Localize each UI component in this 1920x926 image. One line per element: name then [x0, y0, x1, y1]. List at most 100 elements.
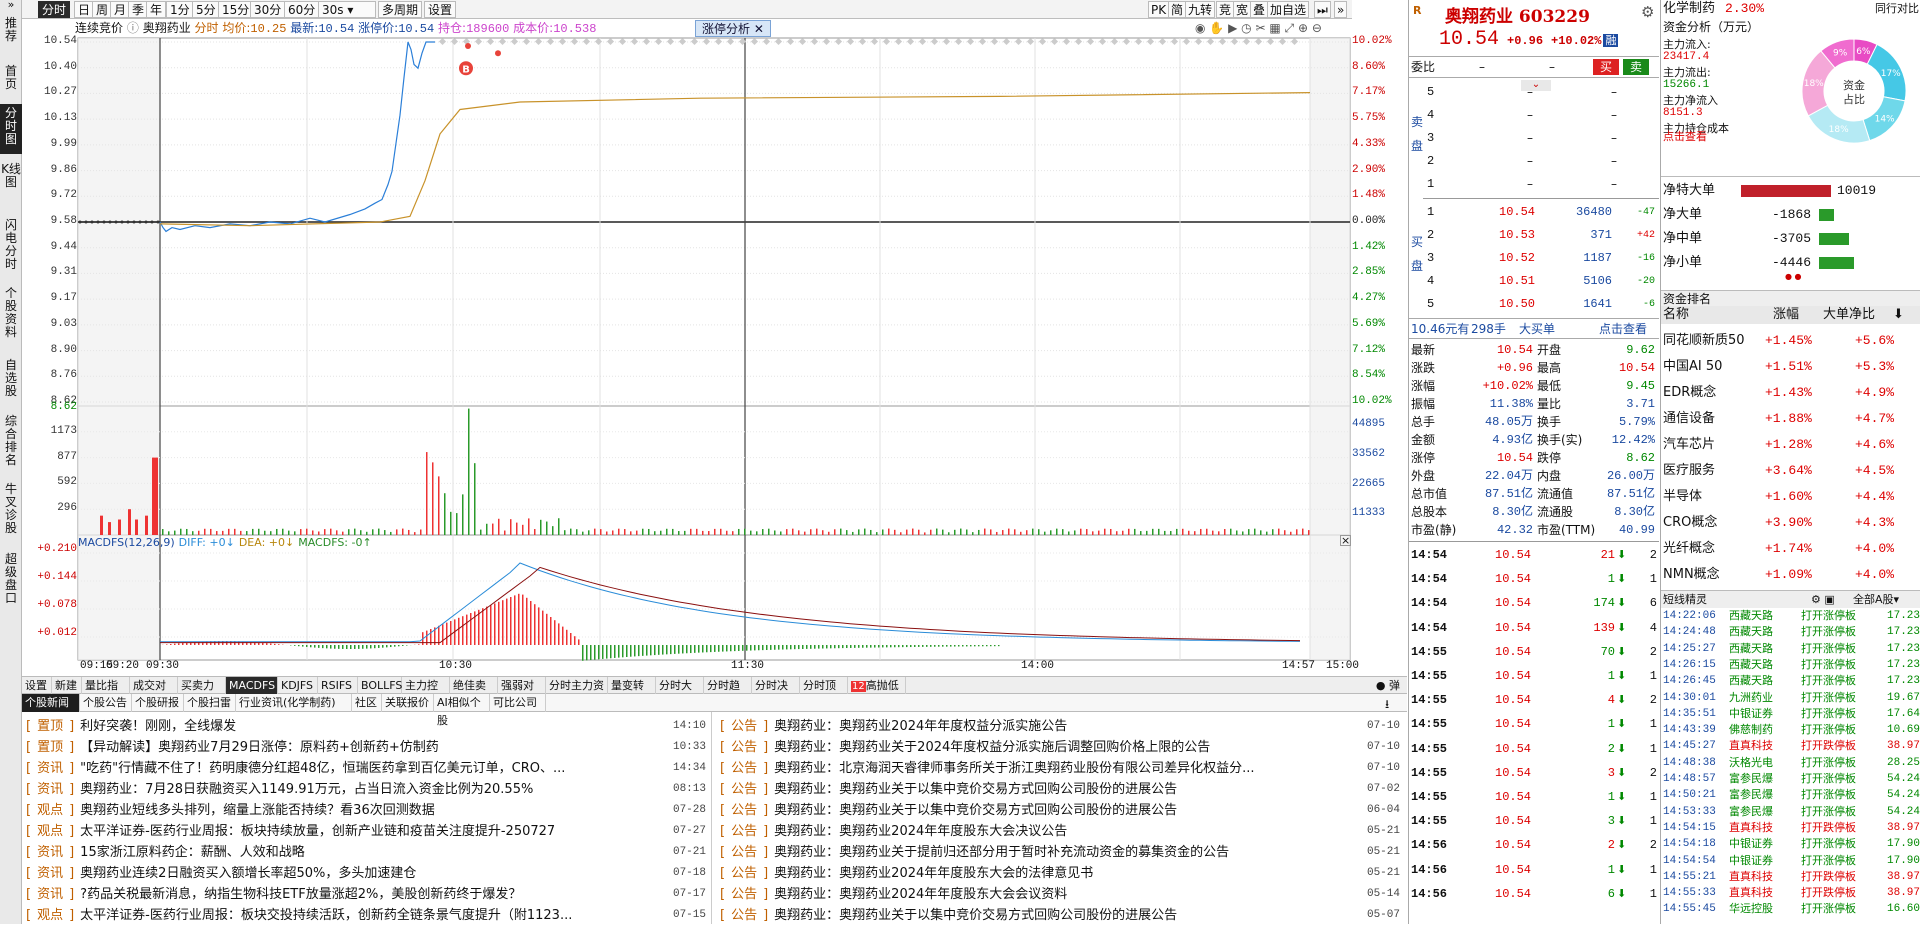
sell-button[interactable]: 卖 — [1623, 59, 1649, 75]
intraday-chart[interactable]: B — [0, 0, 1410, 680]
buy-button[interactable]: 买 — [1593, 59, 1619, 75]
macd-bar — [906, 645, 908, 647]
close-indicator-icon[interactable]: × — [1340, 535, 1351, 546]
rank-row[interactable]: 半导体+1.60%+4.4% — [1661, 484, 1920, 510]
bid-row: 510.501641-6 — [1409, 294, 1659, 315]
rank-col-ratio[interactable]: 大单净比 — [1823, 306, 1875, 324]
indicator-tab-18[interactable]: 12高抛低吸 — [848, 677, 906, 694]
news-item[interactable]: [资讯]奥翔药业连续2日融资买入额增长率超50%，多头加速建仓07-18 — [26, 863, 706, 884]
ds-row[interactable]: 14:43:39佛慈制药打开涨停板10.69 — [1661, 723, 1920, 738]
ds-row[interactable]: 14:55:45华远控股打开涨停板16.60 — [1661, 902, 1920, 917]
ds-row[interactable]: 14:30:01九洲药业打开涨停板19.67 — [1661, 691, 1920, 706]
indicator-tab-16[interactable]: 分时决策 — [752, 677, 800, 694]
ds-row[interactable]: 14:35:51中银证券打开涨停板17.64 — [1661, 707, 1920, 722]
news-tab-5[interactable]: 社区 — [352, 694, 382, 712]
indicator-tab-17[interactable]: 分时顶底 — [800, 677, 848, 694]
news-item[interactable]: [公告]奥翔药业：奥翔药业关于2024年度权益分派实施后调整回购价格上限的公告0… — [720, 737, 1400, 758]
indicator-tab-4[interactable]: 买卖力道 — [178, 677, 226, 694]
indicator-tab-15[interactable]: 分时趋势 — [704, 677, 752, 694]
rank-col-pct[interactable]: 涨幅 — [1773, 306, 1799, 324]
news-item[interactable]: [资讯]?药品关税最新消息，纳指生物科技ETF放量涨超2%，美股创新药终于爆发？… — [26, 884, 706, 905]
sort-down-icon[interactable]: ⬇ — [1893, 306, 1904, 324]
ds-row[interactable]: 14:22:06西藏天路打开涨停板17.23 — [1661, 609, 1920, 624]
big-order-link[interactable]: 点击查看 — [1599, 319, 1647, 340]
news-item[interactable]: [公告]奥翔药业：奥翔药业2024年年度股东大会的法律意见书05-21 — [720, 863, 1400, 884]
news-item[interactable]: [公告]奥翔药业：奥翔药业2024年年度权益分派实施公告07-10 — [720, 716, 1400, 737]
rank-row[interactable]: 同花顺新质50+1.45%+5.6% — [1661, 328, 1920, 354]
news-item[interactable]: [公告]奥翔药业：奥翔药业关于以集中竞价交易方式回购公司股份的进展公告06-04 — [720, 800, 1400, 821]
news-item[interactable]: [公告]奥翔药业：奥翔药业2024年年度股东大会会议资料05-14 — [720, 884, 1400, 905]
indicator-tab-9[interactable]: 主力控盘 — [402, 677, 450, 694]
news-item[interactable]: [观点]太平洋证券-医药行业周报：板块交投持续活跃，创新药全链条景气度提升（附1… — [26, 905, 706, 926]
rank-row[interactable]: 中国AI 50+1.51%+5.3% — [1661, 354, 1920, 380]
ds-row[interactable]: 14:54:15直真科技打开跌停板38.97 — [1661, 821, 1920, 836]
news-item[interactable]: [公告]奥翔药业：北京海润天睿律师事务所关于浙江奥翔药业股份有限公司差异化权益分… — [720, 758, 1400, 779]
news-item[interactable]: [观点]太平洋证券-医药行业周报：板块持续放量，创新产业链和疫苗关注度提升-25… — [26, 821, 706, 842]
news-category: [ — [720, 761, 725, 776]
news-item[interactable]: [公告]奥翔药业：奥翔药业关于以集中竞价交易方式回购公司股份的进展公告07-02 — [720, 779, 1400, 800]
indicator-tab-0[interactable]: 设置 — [22, 677, 52, 694]
indicator-tab-11[interactable]: 强弱对比 — [498, 677, 546, 694]
ds-row[interactable]: 14:50:21富参民爆打开涨停板54.24 — [1661, 788, 1920, 803]
rank-row[interactable]: 医疗服务+3.64%+4.5% — [1661, 458, 1920, 484]
news-item[interactable]: [置顶]利好突袭！刚刚，全线爆发14:10 — [26, 716, 706, 737]
gear-icon[interactable]: ⚙ — [1641, 3, 1654, 21]
ds-filter[interactable]: 全部A股▾ — [1853, 591, 1899, 609]
ds-settings-icon[interactable]: ⚙ ▣ — [1811, 591, 1835, 609]
ds-row[interactable]: 14:45:27直真科技打开跌停板38.97 — [1661, 739, 1920, 754]
ds-row[interactable]: 14:48:57富参民爆打开涨停板54.24 — [1661, 772, 1920, 787]
news-item[interactable]: [公告]奥翔药业：奥翔药业关于提前归还部分用于暂时补充流动资金的募集资金的公告0… — [720, 842, 1400, 863]
sector-name[interactable]: 化学制药 — [1663, 1, 1715, 16]
compare-link[interactable]: 同行对比 — [1875, 0, 1919, 17]
popup-toggle[interactable]: ● 弹 — [1373, 677, 1403, 694]
ds-row[interactable]: 14:24:48西藏天路打开涨停板17.23 — [1661, 625, 1920, 640]
news-tab-6[interactable]: 关联报价 — [382, 694, 434, 712]
indicator-tab-5[interactable]: MACDFS — [226, 677, 278, 694]
news-tab-2[interactable]: 个股研报 — [132, 694, 184, 712]
news-item[interactable]: [资讯]"吃药"行情藏不住了！药明康德分红超48亿，恒瑞医药拿到百亿美元订单，C… — [26, 758, 706, 779]
ds-row[interactable]: 14:25:27西藏天路打开涨停板17.23 — [1661, 642, 1920, 657]
indicator-tab-6[interactable]: KDJFS — [278, 677, 318, 694]
pager-dots[interactable]: ● ● — [1785, 272, 1802, 281]
news-tab-7[interactable]: AI相似个股 — [434, 694, 490, 712]
indicator-tab-7[interactable]: RSIFS — [318, 677, 358, 694]
news-tab-4[interactable]: 行业资讯(化学制药) — [236, 694, 352, 712]
news-tab-8[interactable]: 可比公司 — [490, 694, 546, 712]
news-item[interactable]: [资讯]15家浙江原料药企：薪酬、人效和战略07-21 — [26, 842, 706, 863]
volume-bar — [1002, 530, 1004, 535]
news-item[interactable]: [公告]奥翔药业：奥翔药业关于以集中竞价交易方式回购公司股份的进展公告05-07 — [720, 905, 1400, 926]
indicator-tab-12[interactable]: 分时主力资金 — [546, 677, 608, 694]
indicator-tab-8[interactable]: BOLLFS — [358, 677, 402, 694]
indicator-tab-13[interactable]: 量变转势 — [608, 677, 656, 694]
rank-row[interactable]: 汽车芯片+1.28%+4.6% — [1661, 432, 1920, 458]
rank-row[interactable]: EDR概念+1.43%+4.9% — [1661, 380, 1920, 406]
rank-row[interactable]: NMN概念+1.09%+4.0% — [1661, 562, 1920, 588]
indicator-tab-10[interactable]: 绝佳卖点 — [450, 677, 498, 694]
ds-row[interactable]: 14:26:15西藏天路打开涨停板17.23 — [1661, 658, 1920, 673]
rank-row[interactable]: 通信设备+1.88%+4.7% — [1661, 406, 1920, 432]
rank-col-name[interactable]: 名称 — [1663, 306, 1689, 324]
rank-row[interactable]: CRO概念+3.90%+4.3% — [1661, 510, 1920, 536]
indicator-tab-1[interactable]: 新建 — [52, 677, 82, 694]
ds-row[interactable]: 14:26:45西藏天路打开涨停板17.23 — [1661, 674, 1920, 689]
news-item[interactable]: [资讯]奥翔药业：7月28日获融资买入1149.91万元，占当日流入资金比例为2… — [26, 779, 706, 800]
indicator-tab-2[interactable]: 量比指标 — [82, 677, 130, 694]
ds-row[interactable]: 14:55:33直真科技打开跌停板38.97 — [1661, 886, 1920, 901]
news-item[interactable]: [置顶]【异动解读】奥翔药业7月29日涨停：原料药+创新药+仿制药10:33 — [26, 737, 706, 758]
indicator-tab-3[interactable]: 成交对比 — [130, 677, 178, 694]
rank-row[interactable]: 光纤概念+1.74%+4.0% — [1661, 536, 1920, 562]
ds-row[interactable]: 14:53:33富参民爆打开涨停板54.24 — [1661, 805, 1920, 820]
rank-pct: +1.88% — [1765, 406, 1812, 432]
news-item[interactable]: [观点]奥翔药业短线多头排列，缩量上涨能否持续？看36次回测数据07-28 — [26, 800, 706, 821]
fund-link[interactable]: 点击查看 — [1663, 128, 1707, 144]
news-tab-1[interactable]: 个股公告 — [80, 694, 132, 712]
ds-row[interactable]: 14:55:21直真科技打开跌停板38.97 — [1661, 870, 1920, 885]
ds-row[interactable]: 14:54:54中银证券打开涨停板17.90 — [1661, 854, 1920, 869]
news-item[interactable]: [公告]奥翔药业：奥翔药业2024年年度股东大会决议公告05-21 — [720, 821, 1400, 842]
news-tab-0[interactable]: 个股新闻 — [22, 694, 80, 712]
ds-row[interactable]: 14:54:18中银证券打开涨停板17.90 — [1661, 837, 1920, 852]
news-tab-3[interactable]: 个股扫雷 — [184, 694, 236, 712]
indicator-tab-14[interactable]: 分时大单 — [656, 677, 704, 694]
macd-bar — [526, 598, 528, 645]
ds-row[interactable]: 14:48:38沃格光电打开涨停板28.25 — [1661, 756, 1920, 771]
